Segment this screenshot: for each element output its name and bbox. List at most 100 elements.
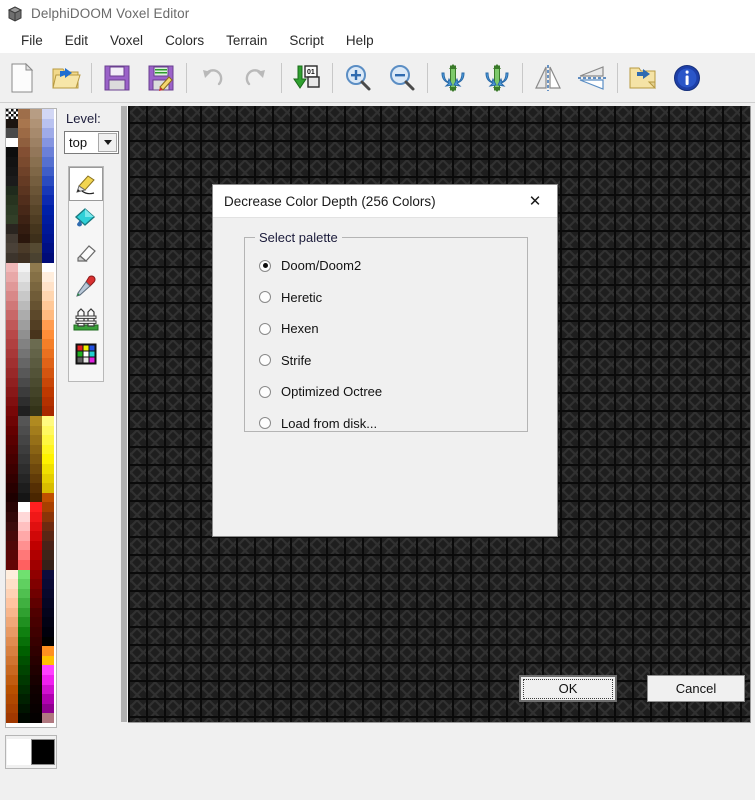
palette-color-cell[interactable] [18, 195, 30, 205]
palette-color-cell[interactable] [30, 243, 42, 253]
palette-color-cell[interactable] [6, 272, 18, 282]
palette-color-cell[interactable] [42, 684, 54, 695]
palette-color-cell[interactable] [6, 118, 18, 129]
palette-color-cell[interactable] [18, 473, 30, 484]
palette-color-cell[interactable] [42, 454, 54, 464]
palette-color-cell[interactable] [18, 627, 30, 637]
palette-color-cell[interactable] [30, 675, 42, 685]
palette-color-cell[interactable] [30, 281, 42, 292]
info-icon[interactable] [665, 56, 709, 100]
palette-color-cell[interactable] [30, 540, 42, 551]
export-icon[interactable] [621, 56, 665, 100]
palette-color-cell[interactable] [6, 358, 18, 369]
palette-color-cell[interactable] [30, 713, 42, 723]
palette-color-cell[interactable] [18, 243, 30, 253]
palette-color-cell[interactable] [18, 675, 30, 685]
palette-color-cell[interactable] [42, 214, 54, 225]
palette-color-cell[interactable] [18, 204, 30, 215]
palette-color-cell[interactable] [42, 540, 54, 551]
palette-color-cell[interactable] [6, 483, 18, 493]
palette-color-cell[interactable] [30, 694, 42, 704]
palette-color-cell[interactable] [18, 521, 30, 532]
palette-color-cell[interactable] [42, 665, 54, 676]
palette-color-cell[interactable] [42, 521, 54, 532]
radio-option-hexen[interactable]: Hexen [245, 313, 527, 345]
palette-color-cell[interactable] [6, 300, 18, 311]
palette-color-cell[interactable] [6, 703, 18, 714]
palette-color-cell[interactable] [30, 665, 42, 676]
palette-color-cell[interactable] [6, 569, 18, 580]
palette-color-cell[interactable] [18, 665, 30, 676]
palette-color-cell[interactable] [30, 569, 42, 580]
palette-color-cell[interactable] [6, 252, 18, 263]
palette-color-cell[interactable] [30, 617, 42, 628]
palette-color-cell[interactable] [6, 713, 18, 723]
palette-color-cell[interactable] [42, 320, 54, 330]
palette-color-cell[interactable] [18, 684, 30, 695]
palette-color-cell[interactable] [18, 147, 30, 157]
palette-color-cell[interactable] [30, 444, 42, 455]
palette-color-cell[interactable] [18, 617, 30, 628]
palette-color-cell[interactable] [18, 502, 30, 512]
palette-color-cell[interactable] [42, 579, 54, 589]
palette-color-cell[interactable] [6, 185, 18, 196]
palette-color-cell[interactable] [42, 502, 54, 512]
palette-color-cell[interactable] [42, 473, 54, 484]
palette-color-cell[interactable] [30, 473, 42, 484]
palette-color-cell[interactable] [18, 655, 30, 666]
palette-color-cell[interactable] [30, 511, 42, 522]
ok-button[interactable]: OK [519, 675, 617, 702]
palette-color-cell[interactable] [30, 377, 42, 388]
palette-color-cell[interactable] [42, 694, 54, 704]
close-icon[interactable]: ✕ [513, 185, 557, 217]
palette-color-cell[interactable] [30, 368, 42, 378]
palette-color-cell[interactable] [6, 588, 18, 599]
palette-color-cell[interactable] [18, 607, 30, 618]
radio-option-strife[interactable]: Strife [245, 345, 527, 377]
palette-color-cell[interactable] [6, 463, 18, 474]
palette-color-cell[interactable] [18, 252, 30, 263]
palette-color-cell[interactable] [18, 454, 30, 464]
palette-color-cell[interactable] [42, 252, 54, 263]
palette-color-cell[interactable] [6, 233, 18, 244]
fence-tool[interactable] [69, 303, 103, 337]
radio-option-doom[interactable]: Doom/Doom2 [245, 250, 527, 282]
palette-color-cell[interactable] [42, 425, 54, 436]
palette-color-cell[interactable] [30, 137, 42, 148]
palette-color-cell[interactable] [42, 627, 54, 637]
mirror-vertical-icon[interactable] [570, 56, 614, 100]
radio-option-load-from-disk[interactable]: Load from disk... [245, 408, 527, 440]
palette-color-cell[interactable] [30, 588, 42, 599]
palette-color-cell[interactable] [18, 176, 30, 186]
palette-color-cell[interactable] [6, 521, 18, 532]
eyedropper-tool[interactable] [69, 269, 103, 303]
palette-color-cell[interactable] [6, 646, 18, 656]
palette-color-cell[interactable] [18, 387, 30, 397]
palette-color-cell[interactable] [30, 684, 42, 695]
menu-item-script[interactable]: Script [278, 30, 335, 51]
palette-color-cell[interactable] [30, 655, 42, 666]
palette-color-cell[interactable] [18, 531, 30, 541]
fill-tool[interactable] [69, 201, 103, 235]
palette-color-cell[interactable] [42, 195, 54, 205]
background-color-swatch[interactable] [31, 739, 55, 765]
new-file-icon[interactable] [0, 56, 44, 100]
palette-color-cell[interactable] [30, 387, 42, 397]
palette-color-cell[interactable] [18, 463, 30, 474]
palette-color-cell[interactable] [30, 531, 42, 541]
palette-color-cell[interactable] [30, 521, 42, 532]
palette-color-cell[interactable] [30, 348, 42, 359]
palette-color-cell[interactable] [42, 703, 54, 714]
palette-color-cell[interactable] [30, 185, 42, 196]
palette-color-cell[interactable] [30, 224, 42, 234]
palette-color-cell[interactable] [30, 320, 42, 330]
palette-color-cell[interactable] [30, 118, 42, 129]
canvas-scrollbar[interactable] [121, 106, 127, 722]
palette-color-cell[interactable] [30, 156, 42, 167]
color-swatch-pair[interactable] [5, 735, 57, 769]
palette-color-cell[interactable] [18, 137, 30, 148]
flip-vertical-icon[interactable] [431, 56, 475, 100]
palette-color-cell[interactable] [18, 281, 30, 292]
palette-color-cell[interactable] [42, 233, 54, 244]
palette-color-cell[interactable] [30, 646, 42, 656]
